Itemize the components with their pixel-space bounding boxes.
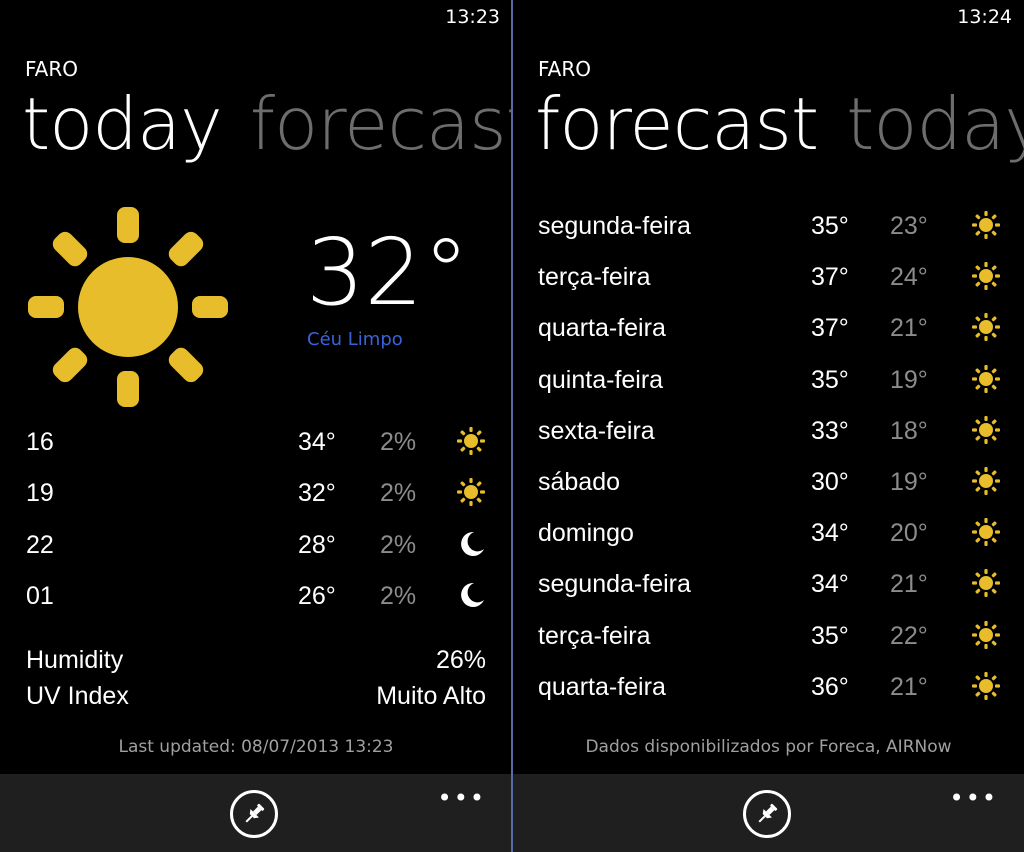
sun-icon [971, 466, 1001, 503]
pivot-tab-forecast[interactable]: forecast [250, 82, 512, 166]
hourly-precip: 2% [380, 582, 417, 610]
forecast-day: segunda-feira [538, 212, 691, 240]
uv-label: UV Index [26, 682, 129, 710]
forecast-day: domingo [538, 519, 634, 547]
forecast-high: 34° [811, 570, 849, 598]
hourly-row: 19 32° 2% [26, 473, 496, 513]
forecast-low: 20° [890, 519, 928, 547]
pivot-tab-forecast[interactable]: forecast [535, 82, 819, 166]
hourly-hour: 01 [26, 582, 54, 610]
pivot-header: today forecast [22, 88, 512, 160]
sun-icon [971, 415, 1001, 452]
forecast-row[interactable]: segunda-feira 35° 23° [538, 204, 1008, 248]
sun-icon [24, 205, 232, 417]
forecast-row[interactable]: quinta-feira 35° 19° [538, 358, 1008, 402]
sun-icon [971, 568, 1001, 605]
humidity-label: Humidity [26, 646, 124, 674]
forecast-day: sexta-feira [538, 417, 655, 445]
pivot-tab-today[interactable]: today [22, 82, 223, 166]
forecast-day: quarta-feira [538, 673, 666, 701]
app-bar: ••• [0, 774, 512, 852]
hourly-temp: 26° [298, 582, 336, 610]
city-name: FARO [25, 57, 78, 81]
moon-icon [456, 580, 486, 617]
uv-value: Muito Alto [376, 682, 486, 710]
hourly-temp: 34° [298, 428, 336, 456]
forecast-row[interactable]: segunda-feira 34° 21° [538, 562, 1008, 606]
hourly-precip: 2% [380, 531, 417, 559]
hourly-row: 22 28° 2% [26, 525, 496, 565]
forecast-day: segunda-feira [538, 570, 691, 598]
sun-icon [971, 312, 1001, 349]
sun-icon [971, 620, 1001, 657]
forecast-row[interactable]: sábado 30° 19° [538, 460, 1008, 504]
forecast-high: 30° [811, 468, 849, 496]
sun-icon [971, 210, 1001, 247]
hourly-hour: 22 [26, 531, 54, 559]
forecast-high: 33° [811, 417, 849, 445]
data-source-credit: Dados disponibilizados por Foreca, AIRNo… [585, 737, 952, 757]
forecast-high: 35° [811, 366, 849, 394]
humidity-value: 26% [435, 646, 486, 674]
forecast-high: 35° [811, 622, 849, 650]
hourly-row: 01 26° 2% [26, 576, 496, 616]
forecast-row[interactable]: terça-feira 37° 24° [538, 255, 1008, 299]
forecast-day: quarta-feira [538, 314, 666, 342]
forecast-row[interactable]: terça-feira 35° 22° [538, 614, 1008, 658]
forecast-low: 21° [890, 314, 928, 342]
forecast-low: 24° [890, 263, 928, 291]
forecast-day: terça-feira [538, 622, 651, 650]
pin-button[interactable] [742, 790, 791, 838]
hourly-temp: 32° [298, 479, 336, 507]
sun-icon [456, 477, 486, 514]
sun-icon [456, 426, 486, 463]
forecast-low: 21° [890, 673, 928, 701]
current-condition: Céu Limpo [307, 329, 403, 350]
moon-icon [456, 529, 486, 566]
sun-icon [971, 671, 1001, 708]
forecast-low: 19° [890, 366, 928, 394]
hourly-temp: 28° [298, 531, 336, 559]
sun-icon [971, 261, 1001, 298]
status-clock: 13:23 [445, 6, 500, 28]
hourly-hour: 16 [26, 428, 54, 456]
hourly-precip: 2% [380, 479, 417, 507]
status-clock: 13:24 [957, 6, 1012, 28]
forecast-row[interactable]: sexta-feira 33° 18° [538, 409, 1008, 453]
more-options-button[interactable]: ••• [438, 786, 486, 810]
forecast-high: 37° [811, 314, 849, 342]
hourly-hour: 19 [26, 479, 54, 507]
forecast-screen: 13:24 FARO forecasttoday segunda-feira35… [513, 0, 1024, 852]
forecast-day: terça-feira [538, 263, 651, 291]
today-screen: 13:23 FARO today forecast 32° Céu Limpo … [0, 0, 512, 852]
hourly-precip: 2% [380, 428, 417, 456]
pivot-tab-today[interactable]: today [846, 82, 1024, 166]
pivot-header: forecasttoday [535, 88, 1024, 160]
forecast-row[interactable]: domingo 34° 20° [538, 511, 1008, 555]
sun-icon [971, 364, 1001, 401]
forecast-day: sábado [538, 468, 621, 496]
forecast-high: 35° [811, 212, 849, 240]
forecast-low: 22° [890, 622, 928, 650]
forecast-high: 36° [811, 673, 849, 701]
forecast-low: 19° [890, 468, 928, 496]
sun-icon [971, 517, 1001, 554]
app-bar: ••• [513, 774, 1024, 852]
current-temperature: 32° [306, 219, 470, 326]
forecast-low: 18° [890, 417, 928, 445]
forecast-row[interactable]: quarta-feira 37° 21° [538, 306, 1008, 350]
city-name: FARO [538, 57, 591, 81]
forecast-low: 21° [890, 570, 928, 598]
pin-icon [245, 803, 265, 823]
forecast-high: 34° [811, 519, 849, 547]
last-updated: Last updated: 08/07/2013 13:23 [118, 737, 394, 757]
pin-icon [758, 803, 777, 823]
forecast-low: 23° [890, 212, 928, 240]
more-options-button[interactable]: ••• [950, 786, 998, 810]
pin-button[interactable] [230, 790, 278, 838]
hourly-row: 16 34° 2% [26, 422, 496, 462]
forecast-high: 37° [811, 263, 849, 291]
forecast-day: quinta-feira [538, 366, 664, 394]
forecast-row[interactable]: quarta-feira 36° 21° [538, 665, 1008, 709]
